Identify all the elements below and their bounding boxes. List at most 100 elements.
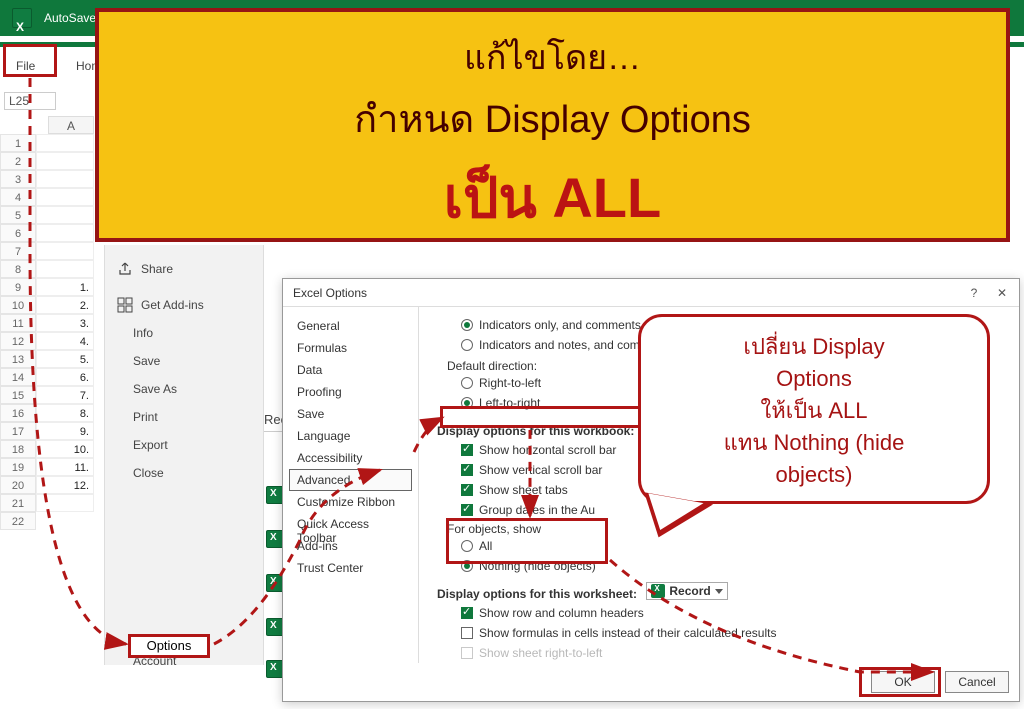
row-header[interactable]: 19	[0, 458, 36, 476]
cell[interactable]: 4.	[36, 332, 94, 350]
options-label: Options	[147, 638, 192, 653]
category-addins[interactable]: Add-ins	[283, 535, 418, 557]
category-quick-access[interactable]: Quick Access Toolbar	[283, 513, 418, 535]
workbook-section-highlight	[440, 406, 654, 428]
dropdown-value: Record	[669, 584, 710, 598]
checkbox-icon	[461, 504, 473, 516]
row-header[interactable]: 8	[0, 260, 36, 278]
cell[interactable]	[36, 224, 94, 242]
category-list: General Formulas Data Proofing Save Lang…	[283, 307, 419, 663]
row-header[interactable]: 7	[0, 242, 36, 260]
backstage-save[interactable]: Save	[111, 347, 257, 375]
backstage-label: Save	[133, 354, 160, 368]
cell[interactable]	[36, 242, 94, 260]
cell[interactable]: 1.	[36, 278, 94, 296]
backstage-label: Info	[133, 326, 153, 340]
cell[interactable]	[36, 170, 94, 188]
opt-show-formulas[interactable]: Show formulas in cells instead of their …	[461, 623, 1009, 643]
cell[interactable]: 12.	[36, 476, 94, 494]
option-label: Show sheet right-to-left	[479, 646, 602, 660]
checkbox-icon	[461, 444, 473, 456]
name-box[interactable]: L25	[4, 92, 56, 110]
dialog-help-button[interactable]: ?	[963, 282, 985, 304]
row-header[interactable]: 18	[0, 440, 36, 458]
display-worksheet-section: Display options for this worksheet: Reco…	[437, 582, 1009, 601]
row-header[interactable]: 22	[0, 512, 36, 530]
cell[interactable]: 6.	[36, 368, 94, 386]
category-general[interactable]: General	[283, 315, 418, 337]
callout-bubble: เปลี่ยน Display Options ให้เป็น ALL แทน …	[638, 314, 990, 504]
cell[interactable]	[36, 188, 94, 206]
cell[interactable]	[36, 260, 94, 278]
cell[interactable]: 7.	[36, 386, 94, 404]
cell-column-a: 1. 2. 3. 4. 5. 6. 7. 8. 9. 10. 11. 12.	[36, 134, 94, 512]
dialog-title: Excel Options	[283, 279, 1019, 307]
backstage-get-addins[interactable]: Get Add-ins	[111, 291, 257, 319]
row-header[interactable]: 6	[0, 224, 36, 242]
category-proofing[interactable]: Proofing	[283, 381, 418, 403]
category-data[interactable]: Data	[283, 359, 418, 381]
instruction-banner: แก้ไขโดย… กำหนด Display Options เป็น ALL	[95, 8, 1010, 242]
column-header-a[interactable]: A	[48, 116, 94, 134]
checkbox-icon	[461, 464, 473, 476]
category-customize-ribbon[interactable]: Customize Ribbon	[283, 491, 418, 513]
row-header[interactable]: 3	[0, 170, 36, 188]
opt-sheet-rtl[interactable]: Show sheet right-to-left	[461, 643, 1009, 663]
row-header[interactable]: 14	[0, 368, 36, 386]
cell[interactable]: 11.	[36, 458, 94, 476]
row-header[interactable]: 17	[0, 422, 36, 440]
cell[interactable]: 5.	[36, 350, 94, 368]
autosave-label: AutoSave	[44, 0, 96, 36]
row-header[interactable]: 15	[0, 386, 36, 404]
banner-line-3: เป็น ALL	[109, 153, 996, 242]
row-header[interactable]: 10	[0, 296, 36, 314]
backstage-info[interactable]: Info	[111, 319, 257, 347]
cell[interactable]	[36, 134, 94, 152]
banner-line-2: กำหนด Display Options	[109, 88, 996, 149]
category-accessibility[interactable]: Accessibility	[283, 447, 418, 469]
dialog-close-button[interactable]: ✕	[991, 282, 1013, 304]
option-label: Show sheet tabs	[479, 483, 568, 497]
backstage-print[interactable]: Print	[111, 403, 257, 431]
row-header[interactable]: 1	[0, 134, 36, 152]
checkbox-icon	[461, 484, 473, 496]
row-headers: 1 2 3 4 5 6 7 8 9 10 11 12 13 14 15 16 1…	[0, 134, 36, 530]
worksheet-dropdown[interactable]: Record	[646, 582, 727, 600]
row-header[interactable]: 21	[0, 494, 36, 512]
options-highlight[interactable]: Options	[128, 634, 210, 658]
option-label: Show formulas in cells instead of their …	[479, 626, 776, 640]
cell[interactable]: 3.	[36, 314, 94, 332]
category-save[interactable]: Save	[283, 403, 418, 425]
row-header[interactable]: 5	[0, 206, 36, 224]
cancel-button[interactable]: Cancel	[945, 671, 1009, 693]
cell[interactable]	[36, 494, 94, 512]
cell[interactable]	[36, 206, 94, 224]
row-header[interactable]: 12	[0, 332, 36, 350]
section-label: Display options for this worksheet:	[437, 587, 637, 601]
row-header[interactable]: 4	[0, 188, 36, 206]
backstage-label: Export	[133, 438, 168, 452]
category-formulas[interactable]: Formulas	[283, 337, 418, 359]
backstage-close[interactable]: Close	[111, 459, 257, 487]
category-language[interactable]: Language	[283, 425, 418, 447]
backstage-share[interactable]: Share	[111, 255, 257, 283]
row-header[interactable]: 11	[0, 314, 36, 332]
category-trust-center[interactable]: Trust Center	[283, 557, 418, 579]
bubble-line: ให้เป็น ALL	[659, 395, 969, 427]
row-header[interactable]: 20	[0, 476, 36, 494]
cell[interactable]: 9.	[36, 422, 94, 440]
excel-icon	[12, 8, 32, 28]
backstage-saveas[interactable]: Save As	[111, 375, 257, 403]
row-header[interactable]: 16	[0, 404, 36, 422]
cell[interactable]: 2.	[36, 296, 94, 314]
cell[interactable]	[36, 152, 94, 170]
category-advanced[interactable]: Advanced	[289, 469, 412, 491]
radio-icon	[461, 339, 473, 351]
row-header[interactable]: 2	[0, 152, 36, 170]
row-header[interactable]: 9	[0, 278, 36, 296]
backstage-export[interactable]: Export	[111, 431, 257, 459]
cell[interactable]: 8.	[36, 404, 94, 422]
cell[interactable]: 10.	[36, 440, 94, 458]
opt-rowcol-headers[interactable]: Show row and column headers	[461, 603, 1009, 623]
row-header[interactable]: 13	[0, 350, 36, 368]
